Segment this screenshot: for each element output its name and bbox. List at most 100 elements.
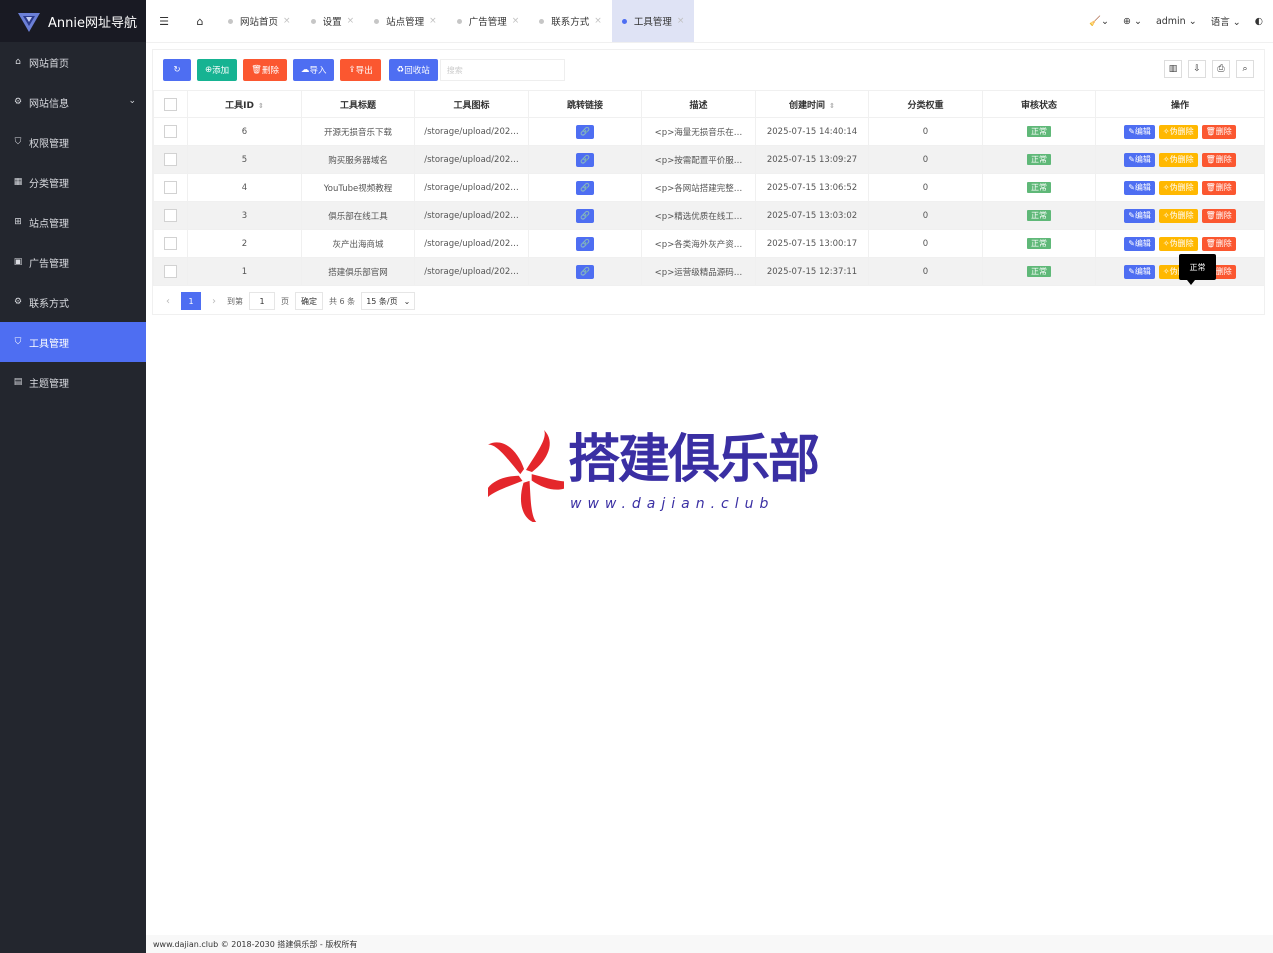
status-badge[interactable]: 正常 [1027, 154, 1051, 165]
soft-delete-button[interactable]: ✧伪删除 [1158, 180, 1198, 195]
row-checkbox-cell [153, 229, 188, 258]
sidebar-item-categories[interactable]: ▦ 分类管理 [0, 162, 146, 202]
prev-page-icon[interactable]: ‹ [161, 296, 175, 307]
delete-label: 删除 [1215, 267, 1232, 276]
edit-button[interactable]: ✎ 编辑 [1124, 152, 1155, 167]
edit-button[interactable]: ✎ 编辑 [1124, 264, 1155, 279]
close-icon[interactable]: × [429, 16, 437, 26]
checkbox[interactable] [164, 97, 177, 111]
soft-delete-button[interactable]: ✧伪删除 [1158, 152, 1198, 167]
soft-delete-button[interactable]: ✧伪删除 [1158, 236, 1198, 251]
sidebar-item-ads[interactable]: ▣ 广告管理 [0, 242, 146, 282]
soft-delete-button[interactable]: ✧伪删除 [1158, 124, 1198, 139]
cell-title: 搭建俱乐部官网 [301, 257, 415, 286]
footer-text: www.dajian.club © 2018-2030 搭建俱乐部 - 版权所有 [153, 939, 358, 949]
status-badge[interactable]: 正常 [1027, 210, 1051, 221]
cell-title: 开源无损音乐下载 [301, 117, 415, 146]
cell-id: 1 [187, 257, 302, 286]
recycle-bin-button[interactable]: ♻ 回收站 [388, 59, 438, 81]
delete-row-button[interactable]: 🗑删除 [1201, 180, 1236, 195]
link-icon[interactable]: 🔗 [576, 124, 594, 139]
status-badge[interactable]: 正常 [1027, 266, 1051, 277]
columns-icon[interactable]: ▥ [1164, 60, 1182, 78]
theme-icon[interactable]: ◐ [1255, 16, 1263, 27]
goto-confirm-button[interactable]: 确定 [295, 292, 323, 310]
edit-button[interactable]: ✎ 编辑 [1124, 208, 1155, 223]
sort-icon[interactable]: ⇕ [258, 102, 264, 110]
sort-icon[interactable]: ⇕ [829, 102, 835, 110]
sidebar-item-contact[interactable]: ⚙ 联系方式 [0, 282, 146, 322]
export-table-icon[interactable]: ⇩ [1188, 60, 1206, 78]
link-icon[interactable]: 🔗 [576, 152, 594, 167]
row-checkbox[interactable] [164, 125, 177, 138]
tab-tools[interactable]: 工具管理 × [611, 0, 695, 42]
row-checkbox[interactable] [164, 209, 177, 222]
edit-button[interactable]: ✎ 编辑 [1124, 124, 1155, 139]
search-input[interactable]: 搜索 [439, 59, 565, 81]
delete-row-button[interactable]: 🗑删除 [1201, 124, 1236, 139]
close-icon[interactable]: × [283, 16, 291, 26]
brand[interactable]: Annie网址导航 [0, 0, 146, 42]
cell-icon-path: /storage/upload/202… [414, 201, 529, 230]
delete-button[interactable]: 🗑 删除 [243, 59, 287, 81]
status-badge[interactable]: 正常 [1027, 126, 1051, 137]
delete-row-button[interactable]: 🗑删除 [1201, 208, 1236, 223]
link-icon[interactable]: 🔗 [576, 180, 594, 195]
tab-dot [621, 18, 627, 24]
row-checkbox[interactable] [164, 153, 177, 166]
language-menu[interactable]: 语言 ⌄ [1211, 14, 1241, 28]
sidebar-item-permissions[interactable]: ⛉ 权限管理 [0, 122, 146, 162]
sidebar-item-home[interactable]: ⌂ 网站首页 [0, 42, 146, 82]
link-icon[interactable]: 🔗 [576, 208, 594, 223]
col-label: 创建时间 [789, 100, 826, 111]
delete-label: 删除 [1215, 239, 1232, 248]
search-icon[interactable]: ⌕ [1236, 60, 1254, 78]
user-menu[interactable]: admin ⌄ [1156, 16, 1197, 27]
link-icon[interactable]: 🔗 [576, 236, 594, 251]
col-header-id[interactable]: 工具ID ⇕ [187, 90, 302, 118]
edit-button[interactable]: ✎ 编辑 [1124, 180, 1155, 195]
sidebar-item-tools[interactable]: ⛉ 工具管理 [0, 322, 146, 362]
soft-delete-button[interactable]: ✧伪删除 [1158, 208, 1198, 223]
delete-row-button[interactable]: 🗑删除 [1201, 236, 1236, 251]
status-badge[interactable]: 正常 [1027, 238, 1051, 249]
clear-cache-icon[interactable]: 🧹⌄ [1089, 16, 1109, 27]
sidebar-item-sites[interactable]: ⊞ 站点管理 [0, 202, 146, 242]
sidebar-item-site-info[interactable]: ⚙ 网站信息 ⌄ [0, 82, 146, 122]
print-icon[interactable]: ⎙ [1212, 60, 1230, 78]
menu-toggle-icon[interactable]: ☰ [146, 0, 182, 42]
tab-sites[interactable]: 站点管理 × [364, 0, 447, 42]
home-tab-icon[interactable]: ⌂ [182, 0, 218, 42]
row-checkbox-cell [153, 173, 188, 202]
row-checkbox[interactable] [164, 181, 177, 194]
per-page-select[interactable]: 15 条/页 ⌄ [361, 292, 416, 310]
add-button[interactable]: ⊕ 添加 [197, 59, 238, 81]
export-button[interactable]: ⇪ 导出 [340, 59, 381, 81]
cell-id: 2 [187, 229, 302, 258]
edit-label: 编辑 [1134, 211, 1151, 220]
refresh-button[interactable]: ↻ [163, 59, 191, 81]
next-page-icon[interactable]: › [207, 296, 221, 307]
goto-page-input[interactable]: 1 [249, 292, 275, 310]
trash-icon: 🗑 [1205, 211, 1216, 220]
close-icon[interactable]: × [512, 16, 520, 26]
delete-row-button[interactable]: 🗑删除 [1201, 152, 1236, 167]
tab-contact[interactable]: 联系方式 × [529, 0, 612, 42]
current-page[interactable]: 1 [181, 292, 201, 310]
edit-button[interactable]: ✎ 编辑 [1124, 236, 1155, 251]
status-badge[interactable]: 正常 [1027, 182, 1051, 193]
close-icon[interactable]: × [677, 16, 685, 26]
globe-icon[interactable]: ⊕ ⌄ [1123, 16, 1142, 27]
tab-home[interactable]: 网站首页 × [218, 0, 301, 42]
link-icon[interactable]: 🔗 [576, 264, 594, 279]
close-icon[interactable]: × [347, 16, 355, 26]
close-icon[interactable]: × [594, 16, 602, 26]
import-button[interactable]: ☁ 导入 [292, 59, 335, 81]
sidebar-item-themes[interactable]: ▤ 主题管理 [0, 362, 146, 402]
row-checkbox[interactable] [164, 237, 177, 250]
col-header-time[interactable]: 创建时间 ⇕ [755, 90, 869, 118]
row-checkbox[interactable] [164, 265, 177, 278]
tab-settings[interactable]: 设置 × [301, 0, 365, 42]
tab-ads[interactable]: 广告管理 × [447, 0, 530, 42]
select-all-checkbox[interactable] [153, 90, 188, 118]
